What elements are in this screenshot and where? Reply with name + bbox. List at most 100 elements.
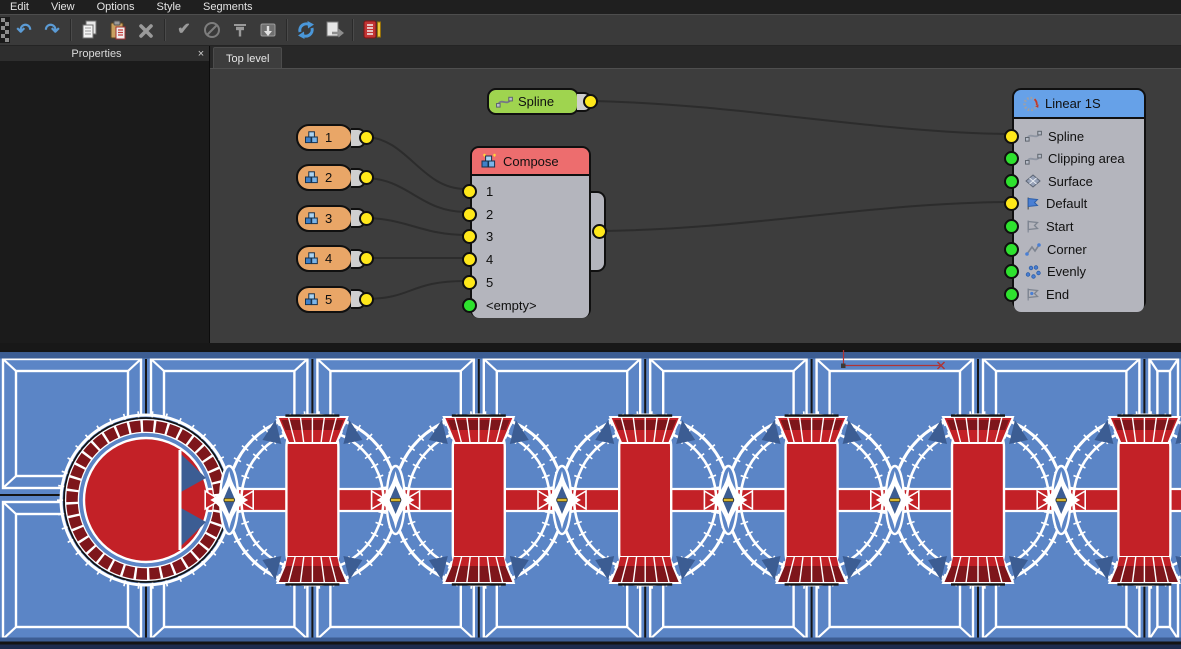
node-number-2[interactable]: 2	[296, 164, 353, 191]
linear-input-evenly[interactable]	[1004, 264, 1019, 279]
node-number-5[interactable]: 5	[296, 286, 353, 313]
menu-edit[interactable]: Edit	[10, 0, 29, 14]
undo-button[interactable]: ↶	[11, 17, 37, 43]
copy-button[interactable]	[77, 17, 103, 43]
linear-input-surface[interactable]	[1004, 174, 1019, 189]
node-number-3[interactable]: 3	[296, 205, 353, 232]
row-label: Clipping area	[1048, 151, 1125, 166]
node-number-4[interactable]: 4	[296, 245, 353, 272]
compose-input-2[interactable]	[462, 207, 477, 222]
row-label: Surface	[1048, 174, 1093, 189]
cubes-icon	[304, 130, 320, 145]
linear-ring-icon	[1022, 95, 1040, 112]
node-linear-1s[interactable]: Linear 1S Spline Clipping area	[1012, 88, 1146, 310]
slash-circle-icon	[200, 18, 224, 42]
linear-input-corner[interactable]	[1004, 242, 1019, 257]
evenly-icon	[1025, 264, 1041, 279]
menu-style[interactable]: Style	[157, 0, 181, 14]
row-label: Default	[1046, 196, 1087, 211]
cubes-icon	[304, 170, 320, 185]
row-label: 4	[486, 252, 493, 267]
compose-input-3[interactable]	[462, 229, 477, 244]
tab-top-level[interactable]: Top level	[213, 47, 282, 69]
toolbar-grip[interactable]	[0, 17, 10, 43]
number-output-port[interactable]	[359, 211, 374, 226]
paste-button[interactable]	[105, 17, 131, 43]
export-button[interactable]	[321, 17, 347, 43]
measurement-annotation	[841, 364, 846, 369]
row-label: Corner	[1047, 242, 1087, 257]
compose-input-row: 2	[472, 203, 589, 226]
number-output-port[interactable]	[359, 292, 374, 307]
spline-icon	[1025, 152, 1042, 166]
linear-input-default[interactable]	[1004, 196, 1019, 211]
toolbar-separator	[70, 19, 72, 41]
compose-input-row: 1	[472, 180, 589, 203]
row-label: 2	[486, 207, 493, 222]
node-label: 4	[325, 251, 332, 266]
spline-icon	[1025, 129, 1042, 143]
tab-bar: Top level	[210, 46, 1181, 68]
toolbar-separator	[286, 19, 288, 41]
apply-button[interactable]: ✔	[171, 17, 197, 43]
node-label: 5	[325, 292, 332, 307]
compose-input-row: 3	[472, 226, 589, 249]
import-button[interactable]	[255, 17, 281, 43]
toolbar-separator	[164, 19, 166, 41]
flag-dot-icon	[1025, 287, 1040, 302]
delete-button[interactable]	[133, 17, 159, 43]
row-label: Start	[1046, 219, 1073, 234]
pin-icon	[228, 18, 252, 42]
row-label: End	[1046, 287, 1069, 302]
pin-button[interactable]	[227, 17, 253, 43]
compose-output-port[interactable]	[592, 224, 607, 239]
report-button[interactable]	[359, 17, 385, 43]
menu-segments[interactable]: Segments	[203, 0, 253, 14]
linear-input-start[interactable]	[1004, 219, 1019, 234]
cubes-icon	[304, 251, 320, 266]
linear-input-clipping-area[interactable]	[1004, 151, 1019, 166]
render-viewport[interactable]	[0, 350, 1181, 649]
compose-input-5[interactable]	[462, 275, 477, 290]
row-label: 5	[486, 275, 493, 290]
linear-input-spline[interactable]	[1004, 129, 1019, 144]
compose-input-4[interactable]	[462, 252, 477, 267]
close-icon[interactable]: ×	[193, 48, 209, 60]
row-label: 3	[486, 229, 493, 244]
report-list-icon	[360, 18, 384, 42]
flag-filled-icon	[1025, 196, 1040, 211]
node-label: 3	[325, 211, 332, 226]
toolbar: ↶ ↷ ✔	[0, 14, 1181, 46]
linear-port-row: Clipping area	[1014, 148, 1144, 171]
linear-port-row: Default	[1014, 193, 1144, 216]
node-spline[interactable]: Spline	[487, 88, 579, 115]
refresh-button[interactable]	[293, 17, 319, 43]
node-label: Spline	[518, 94, 554, 109]
row-label: Spline	[1048, 129, 1084, 144]
compose-input-1[interactable]	[462, 184, 477, 199]
node-title: Compose	[503, 154, 559, 169]
node-compose[interactable]: Compose 1 2 3 4 5 <empty>	[470, 146, 591, 318]
export-icon	[322, 18, 346, 42]
linear-port-row: Spline	[1014, 125, 1144, 148]
menu-options[interactable]: Options	[97, 0, 135, 14]
node-title: Linear 1S	[1045, 96, 1101, 111]
paste-icon	[106, 18, 130, 42]
compose-input-row: <empty>	[472, 294, 589, 317]
cubes-icon	[304, 292, 320, 307]
spline-output-port[interactable]	[583, 94, 598, 109]
menu-view[interactable]: View	[51, 0, 75, 14]
row-label: <empty>	[486, 298, 537, 313]
compose-output-bump	[589, 191, 606, 272]
row-label: Evenly	[1047, 264, 1086, 279]
linear-input-end[interactable]	[1004, 287, 1019, 302]
application-window: Edit View Options Style Segments ↶ ↷	[0, 0, 1181, 649]
cancel-button[interactable]	[199, 17, 225, 43]
panel-separator	[0, 343, 1181, 350]
number-output-port[interactable]	[359, 130, 374, 145]
node-number-1[interactable]: 1	[296, 124, 353, 151]
linear-port-row: End	[1014, 283, 1144, 306]
compose-input-empty[interactable]	[462, 298, 477, 313]
box-down-arrow-icon	[256, 18, 280, 42]
redo-button[interactable]: ↷	[39, 17, 65, 43]
